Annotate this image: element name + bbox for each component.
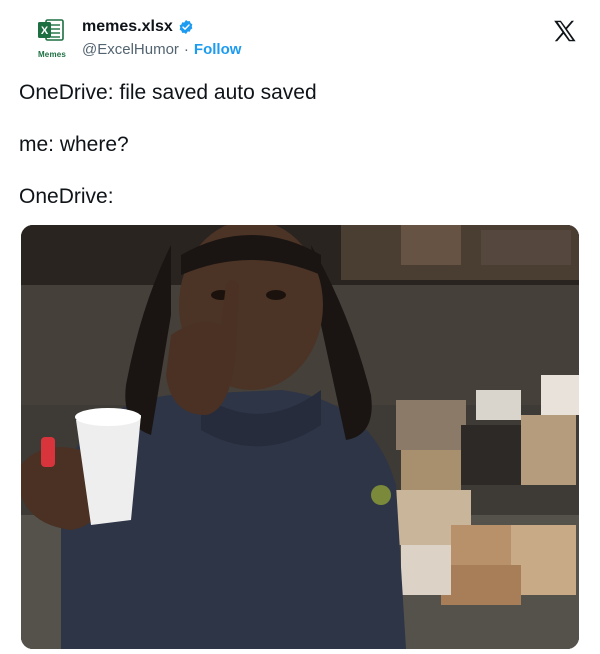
tweet-card: X Memes memes.xlsx @ExcelHumor · Follow (0, 0, 600, 654)
display-name[interactable]: memes.xlsx (82, 18, 173, 36)
x-logo-icon[interactable] (552, 18, 578, 44)
separator-dot: · (183, 41, 189, 58)
tweet-header: X Memes memes.xlsx @ExcelHumor · Follow (22, 12, 582, 64)
verified-badge-icon (179, 20, 193, 34)
avatar[interactable]: X Memes (32, 18, 74, 64)
tweet-line-3: OneDrive: (19, 185, 114, 208)
tweet-line-2: me: where? (19, 133, 129, 156)
follow-button[interactable]: Follow (194, 41, 242, 58)
account-names: memes.xlsx @ExcelHumor · Follow (82, 16, 241, 58)
avatar-tag: Memes (37, 50, 67, 59)
account-handle[interactable]: @ExcelHumor (82, 41, 179, 58)
excel-logo-icon: X (38, 19, 64, 41)
tweet-photo[interactable] (21, 225, 579, 649)
tweet-line-1: OneDrive: file saved auto saved (19, 81, 317, 104)
avatar-letter: X (41, 25, 49, 37)
photo-illustration (21, 225, 579, 649)
